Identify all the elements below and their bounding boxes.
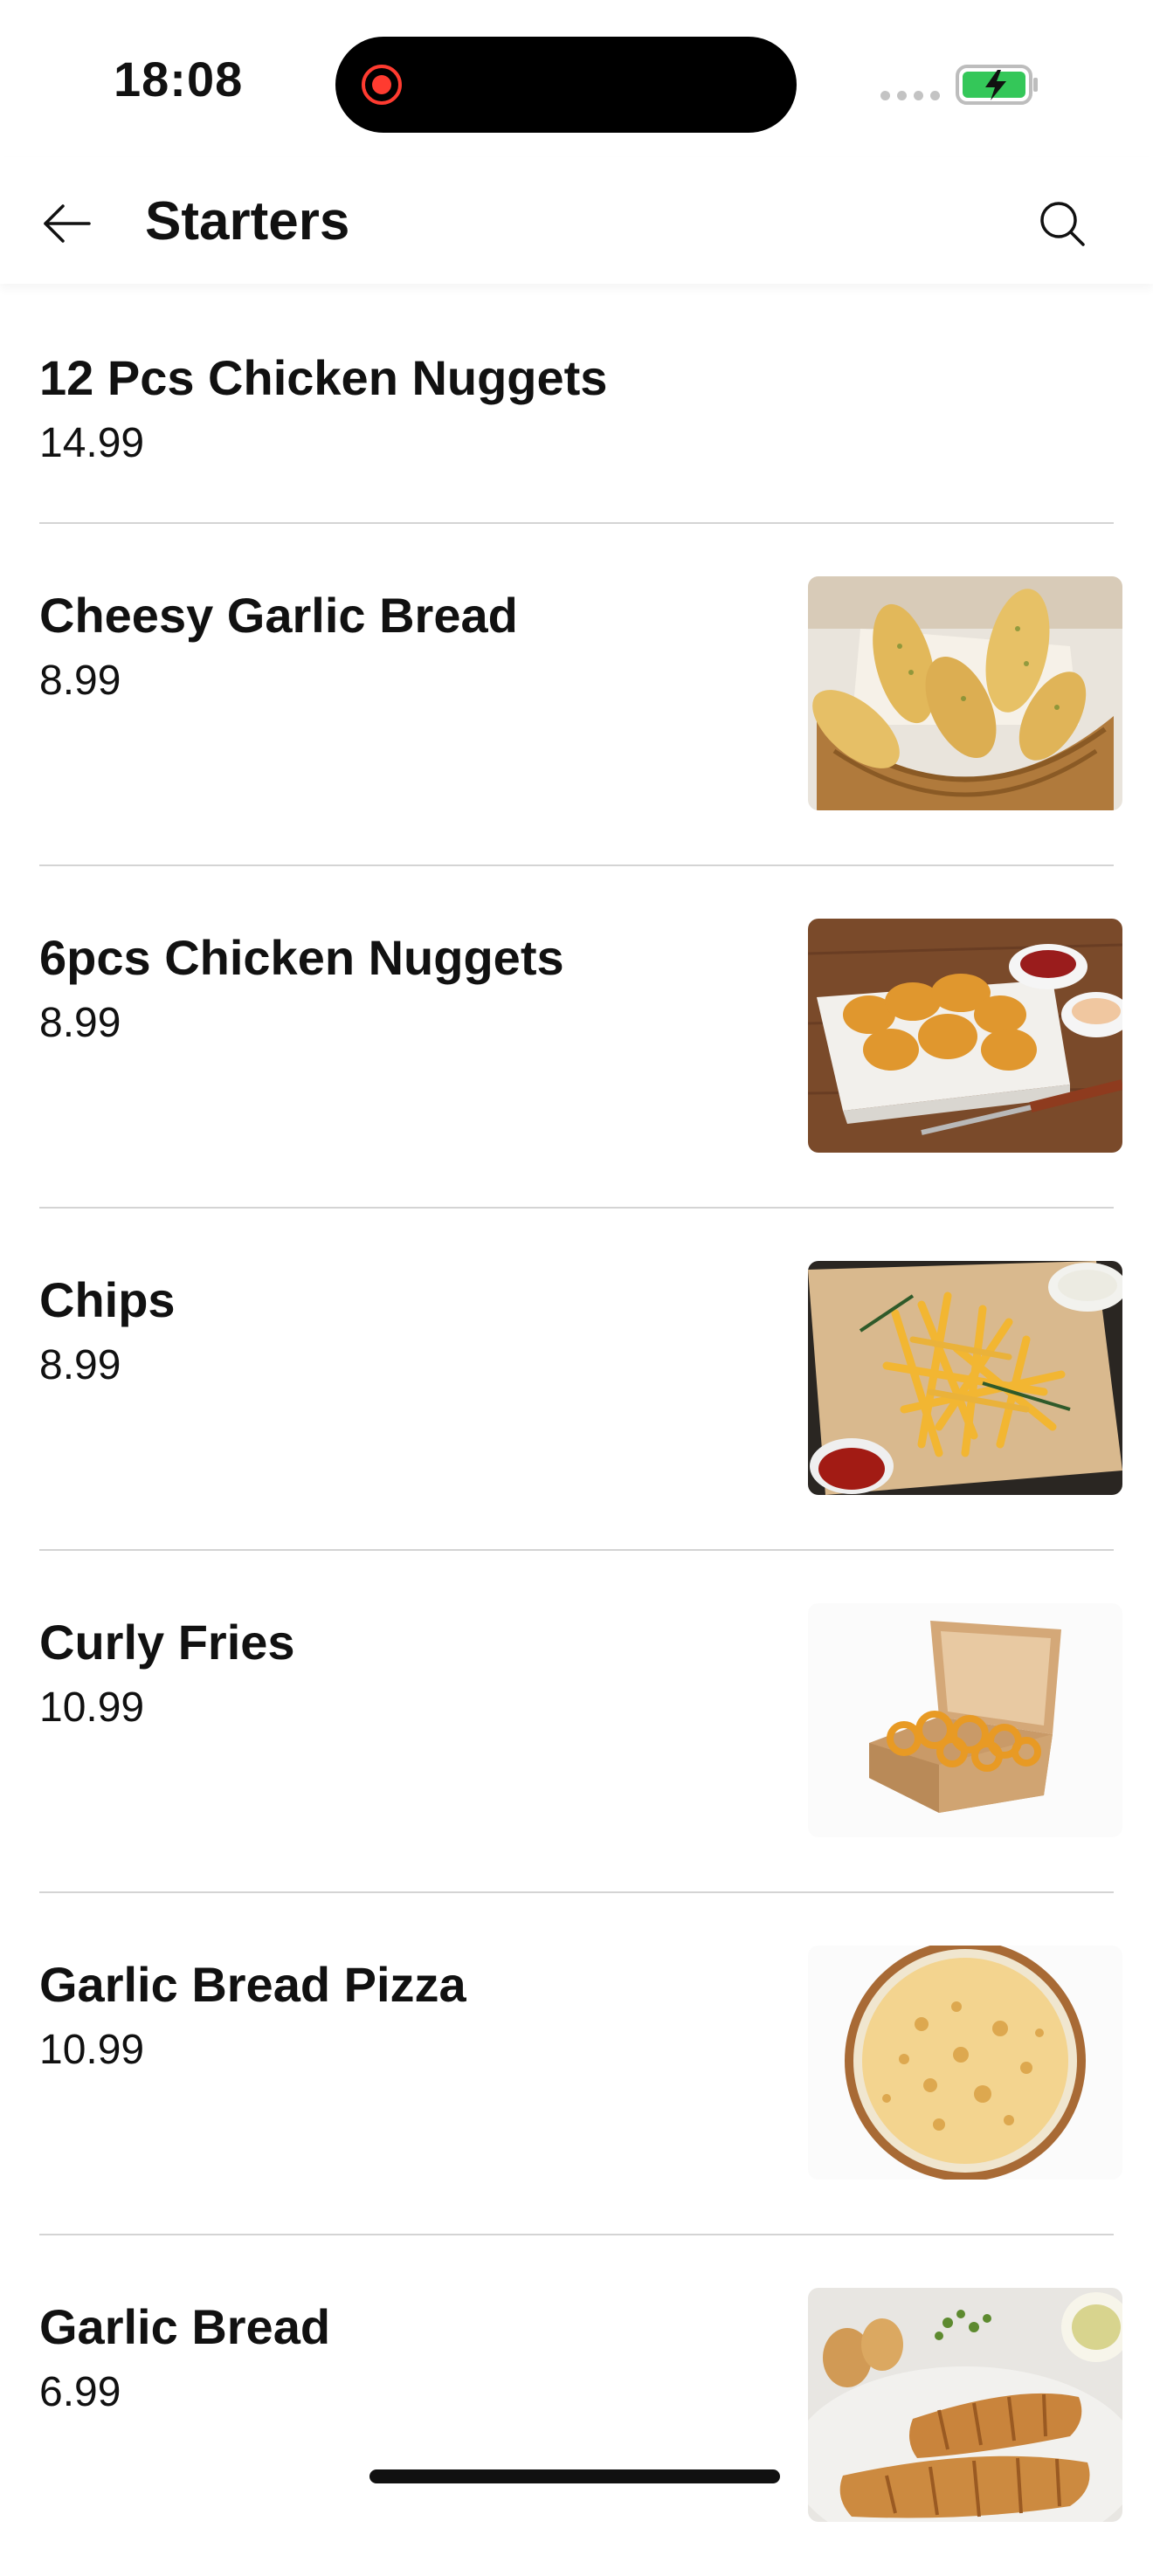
menu-item[interactable]: Garlic Bread 6.99	[39, 2235, 1122, 2576]
arrow-left-icon	[44, 204, 91, 243]
item-price: 8.99	[39, 658, 121, 704]
item-price: 10.99	[39, 2027, 145, 2073]
item-name: Chips	[39, 1272, 176, 1327]
item-price: 8.99	[39, 1000, 121, 1046]
search-button[interactable]	[1027, 189, 1097, 258]
cellular-signal-icon	[880, 91, 940, 100]
item-name: 12 Pcs Chicken Nuggets	[39, 350, 608, 405]
status-bar: 18:08	[0, 0, 1153, 157]
status-time: 18:08	[114, 52, 244, 107]
item-name: Curly Fries	[39, 1615, 295, 1670]
item-price: 14.99	[39, 420, 145, 466]
item-price: 8.99	[39, 1342, 121, 1388]
chips-photo	[808, 1261, 1122, 1495]
page-title: Starters	[145, 191, 350, 251]
chicken-nuggets-photo	[808, 919, 1122, 1153]
app-header: Starters	[0, 157, 1153, 284]
garlic-bread-loaf-photo	[808, 2288, 1122, 2522]
menu-item[interactable]: Curly Fries 10.99	[39, 1551, 1122, 1893]
search-icon	[1040, 202, 1085, 246]
home-indicator[interactable]	[369, 2469, 780, 2483]
garlic-bread-pizza-photo	[808, 1946, 1122, 2180]
back-button[interactable]	[31, 189, 101, 258]
item-name: Garlic Bread	[39, 2299, 331, 2354]
menu-item[interactable]: Garlic Bread Pizza 10.99	[39, 1893, 1122, 2235]
menu-list: 12 Pcs Chicken Nuggets 14.99 Cheesy Garl…	[0, 288, 1153, 2576]
item-price: 6.99	[39, 2369, 121, 2415]
battery-charging-icon	[956, 65, 1038, 105]
menu-item[interactable]: 6pcs Chicken Nuggets 8.99	[39, 866, 1122, 1209]
dynamic-island	[335, 37, 797, 133]
item-name: Garlic Bread Pizza	[39, 1957, 466, 2012]
menu-item[interactable]: Chips 8.99	[39, 1209, 1122, 1551]
curly-fries-box-photo	[808, 1603, 1122, 1837]
item-price: 10.99	[39, 1684, 145, 1731]
menu-item[interactable]: Cheesy Garlic Bread 8.99	[39, 524, 1122, 866]
menu-item[interactable]: 12 Pcs Chicken Nuggets 14.99	[39, 288, 1114, 524]
item-name: 6pcs Chicken Nuggets	[39, 930, 564, 985]
garlic-bread-basket-photo	[808, 576, 1122, 810]
item-name: Cheesy Garlic Bread	[39, 588, 518, 643]
screen-recording-icon	[362, 65, 402, 105]
